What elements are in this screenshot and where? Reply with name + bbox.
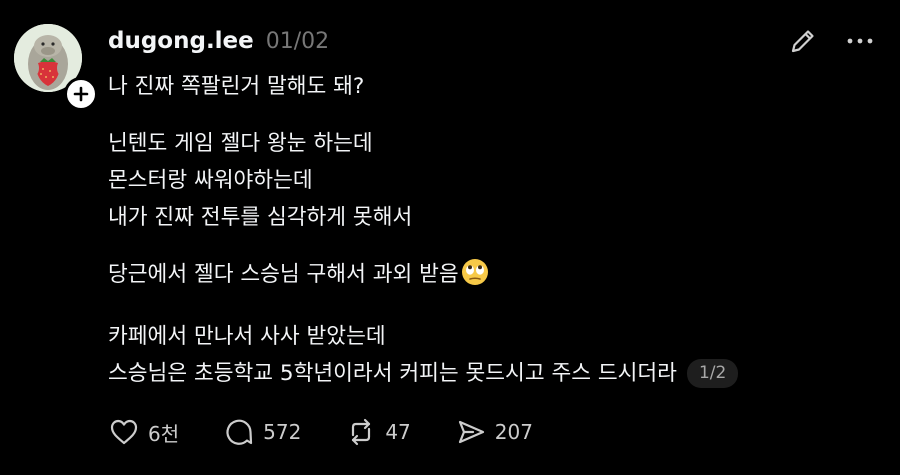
send-icon [458, 420, 484, 444]
paragraph: 카페에서 만나서 사사 받았는데 스승님은 초등학교 5학년이라서 커피는 못드… [108, 318, 868, 392]
repost-icon [352, 418, 371, 446]
username[interactable]: dugong.lee [108, 28, 254, 54]
page-indicator-badge: 1/2 [686, 359, 739, 388]
post-body: 나 진짜 쪽팔린거 말해도 돼? 닌텐도 게임 젤다 왕눈 하는데 몬스터랑 싸… [108, 68, 868, 392]
like-count: 6천 [148, 421, 180, 446]
paragraph: 나 진짜 쪽팔린거 말해도 돼? [108, 68, 868, 105]
action-bar: 6천 572 47 207 [108, 412, 577, 452]
text-line: 스승님은 초등학교 5학년이라서 커피는 못드시고 주스 드시더라 1/2 [108, 355, 868, 392]
reply-button[interactable]: 572 [223, 416, 301, 448]
comment-icon [226, 419, 253, 445]
more-icon [847, 38, 873, 44]
share-button[interactable]: 207 [455, 416, 533, 448]
pencil-icon [791, 30, 814, 53]
like-button[interactable]: 6천 [108, 416, 179, 448]
text-line: 내가 진짜 전투를 심각하게 못해서 [108, 205, 413, 230]
heart-icon [110, 419, 138, 445]
text-line-content: 당근에서 젤다 스승님 구해서 과외 받음 [108, 262, 459, 287]
edit-button[interactable] [786, 24, 820, 58]
paragraph: 닌텐도 게임 젤다 왕눈 하는데 몬스터랑 싸워야하는데 내가 진짜 전투를 심… [108, 125, 868, 236]
repost-button[interactable]: 47 [345, 416, 411, 448]
post-date: 01/02 [265, 28, 330, 54]
paragraph: 당근에서 젤다 스승님 구해서 과외 받음 [108, 256, 868, 298]
text-line: 닌텐도 게임 젤다 왕눈 하는데 [108, 131, 373, 156]
text-line: 나 진짜 쪽팔린거 말해도 돼? [108, 74, 365, 99]
text-line: 카페에서 만나서 사사 받았는데 [108, 324, 386, 349]
follow-button[interactable] [64, 77, 98, 111]
text-line-content: 스승님은 초등학교 5학년이라서 커피는 못드시고 주스 드시더라 [108, 361, 677, 386]
share-count: 207 [494, 420, 533, 444]
repost-count: 47 [385, 420, 411, 444]
reply-count: 572 [263, 420, 302, 444]
text-line: 당근에서 젤다 스승님 구해서 과외 받음 [108, 256, 868, 298]
post-header: dugong.lee 01/02 [108, 24, 329, 58]
eye-roll-emoji-icon [461, 258, 489, 298]
text-line: 몬스터랑 싸워야하는데 [108, 168, 313, 193]
more-options-button[interactable] [844, 24, 876, 58]
plus-icon [73, 86, 89, 102]
